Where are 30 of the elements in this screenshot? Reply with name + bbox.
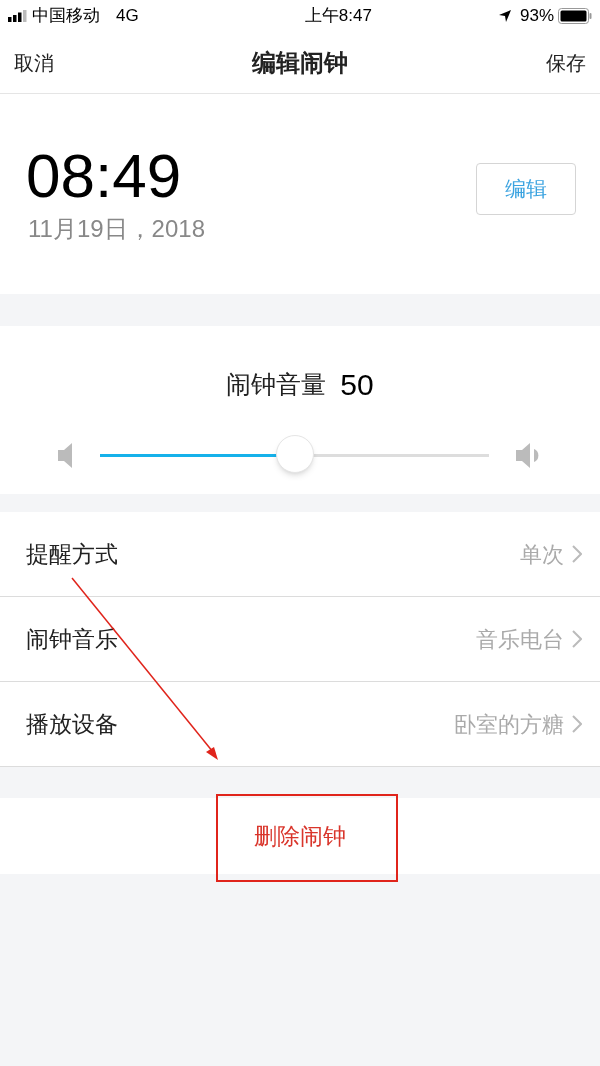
battery-percent: 93% — [519, 5, 554, 28]
chevron-right-icon — [572, 630, 582, 648]
page-title: 编辑闹钟 — [252, 47, 348, 78]
location-arrow-icon — [497, 9, 512, 23]
slider-thumb[interactable] — [275, 435, 314, 473]
volume-slider[interactable] — [100, 435, 489, 475]
alarm-time: 08:49 — [26, 141, 183, 211]
row-value: 音乐电台 — [476, 625, 564, 654]
settings-row[interactable]: 提醒方式 单次 — [0, 512, 600, 597]
volume-low-icon — [58, 442, 73, 468]
settings-row[interactable]: 播放设备 卧室的方糖 — [0, 682, 600, 767]
chevron-right-icon — [572, 545, 582, 563]
row-value: 单次 — [520, 540, 564, 569]
row-label: 提醒方式 — [26, 539, 118, 569]
delete-alarm-button[interactable]: 删除闹钟 — [254, 818, 346, 854]
settings-row[interactable]: 闹钟音乐 音乐电台 — [0, 597, 600, 682]
volume-label: 闹钟音量 — [226, 368, 327, 400]
volume-value: 50 — [340, 367, 374, 403]
signal-icon — [8, 10, 28, 22]
carrier-name: 中国移动 — [32, 5, 100, 28]
save-button[interactable]: 保存 — [546, 47, 586, 78]
chevron-right-icon — [572, 715, 582, 733]
clock-time: 上午8:47 — [304, 5, 372, 28]
row-label: 闹钟音乐 — [26, 624, 118, 654]
row-label: 播放设备 — [26, 709, 118, 739]
battery-icon — [558, 8, 592, 24]
network-type: 4G — [116, 5, 139, 28]
row-value: 卧室的方糖 — [454, 710, 564, 739]
cancel-button[interactable]: 取消 — [14, 47, 54, 78]
alarm-date: 11月19日，2018 — [28, 214, 205, 244]
